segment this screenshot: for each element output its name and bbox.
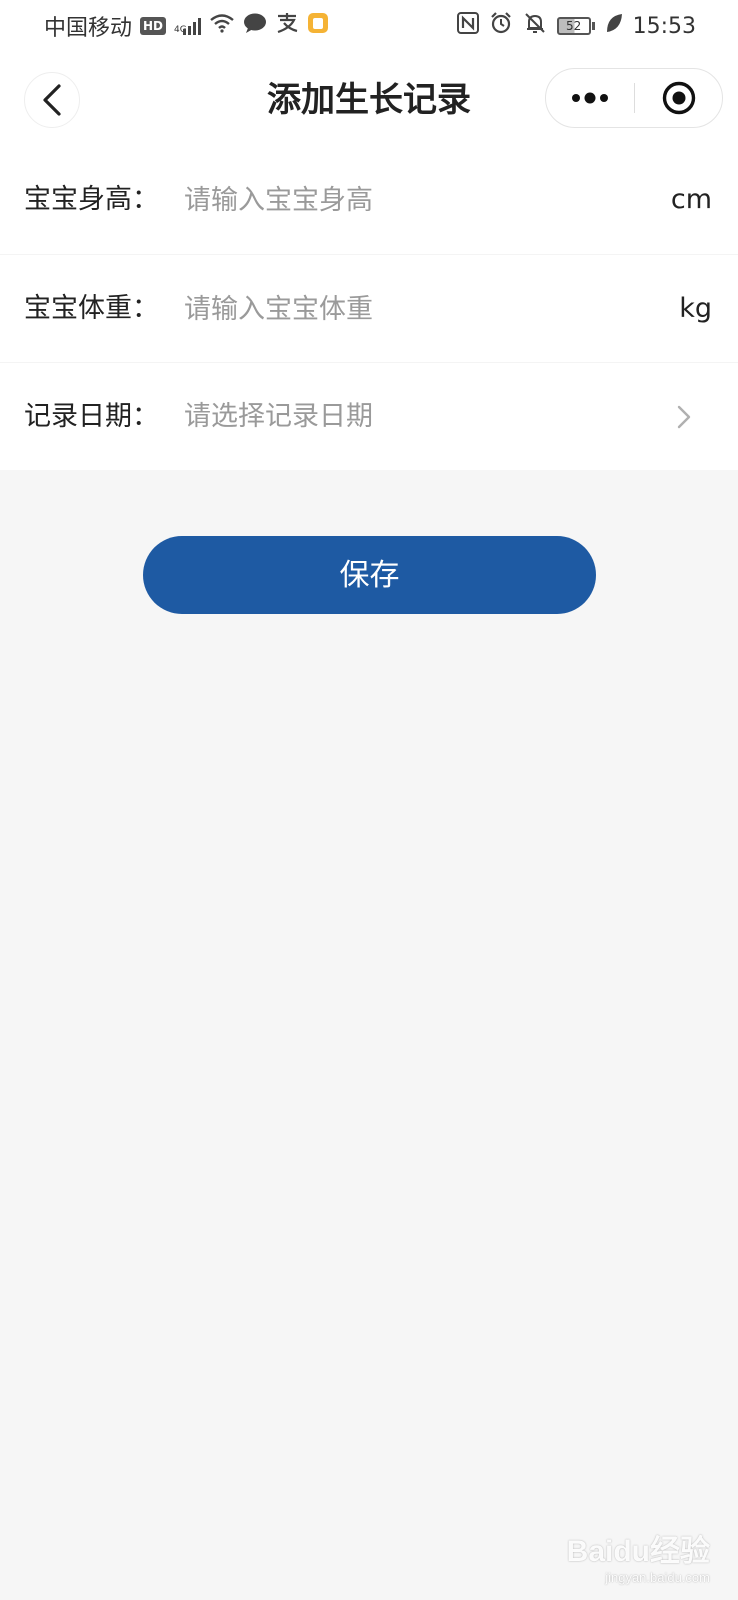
close-mini-program-button[interactable] [635, 69, 723, 127]
chevron-left-icon [43, 84, 61, 116]
target-circle-icon [662, 81, 696, 115]
chevron-right-icon [677, 405, 691, 429]
status-right: 52 15:53 [456, 11, 696, 41]
status-left: 中国移动 HD 4G [44, 12, 329, 41]
more-dots-icon [572, 92, 608, 104]
height-unit: cm [670, 184, 712, 215]
carrier-name: 中国移动 [44, 16, 133, 41]
nav-bar: 添加生长记录 [0, 52, 738, 146]
wifi-icon [209, 13, 235, 39]
page: 中国移动 HD 4G 52 15:53 添加生长记录 宝宝身高： 请输入宝宝身高… [0, 0, 738, 1600]
mute-bell-icon [523, 11, 547, 41]
growth-record-form: 宝宝身高： cm 宝宝体重： kg 记录日期： 请选择记录日期 [0, 146, 738, 470]
leaf-icon [605, 12, 623, 40]
height-label: 宝宝身高： [24, 184, 159, 215]
app-notification-icon [307, 12, 329, 40]
height-row: 宝宝身高： cm [0, 146, 738, 254]
hd-icon: HD [140, 17, 167, 35]
weight-unit: kg [679, 293, 712, 324]
battery-icon: 52 [556, 17, 595, 35]
back-button[interactable] [24, 72, 80, 128]
page-title: 添加生长记录 [267, 80, 471, 120]
alarm-icon [489, 11, 513, 41]
date-label: 记录日期： [24, 401, 159, 432]
more-button[interactable] [546, 69, 634, 127]
status-bar: 中国移动 HD 4G 52 15:53 [0, 0, 738, 52]
mini-program-capsule [545, 68, 723, 128]
chat-bubble-icon [243, 12, 267, 40]
save-button[interactable]: 保存 [143, 536, 596, 614]
weight-row: 宝宝体重： kg [0, 254, 738, 362]
battery-level: 52 [556, 17, 591, 35]
date-row[interactable]: 记录日期： 请选择记录日期 [0, 362, 738, 470]
alipay-icon [275, 12, 299, 40]
watermark-url: jingyan.baidu.com [605, 1570, 710, 1585]
date-picker[interactable]: 请选择记录日期 [184, 363, 373, 471]
weight-label: 宝宝体重： [24, 293, 159, 324]
baidu-jingyan-watermark: Baidu经验 jingyan.baidu.com [567, 1534, 710, 1586]
status-time: 15:53 [632, 13, 696, 39]
watermark-logo: Baidu经验 [566, 1535, 710, 1568]
signal-icon: 4G [174, 17, 201, 35]
weight-input[interactable] [184, 285, 604, 333]
nfc-icon [456, 12, 479, 40]
height-input[interactable] [184, 176, 604, 224]
